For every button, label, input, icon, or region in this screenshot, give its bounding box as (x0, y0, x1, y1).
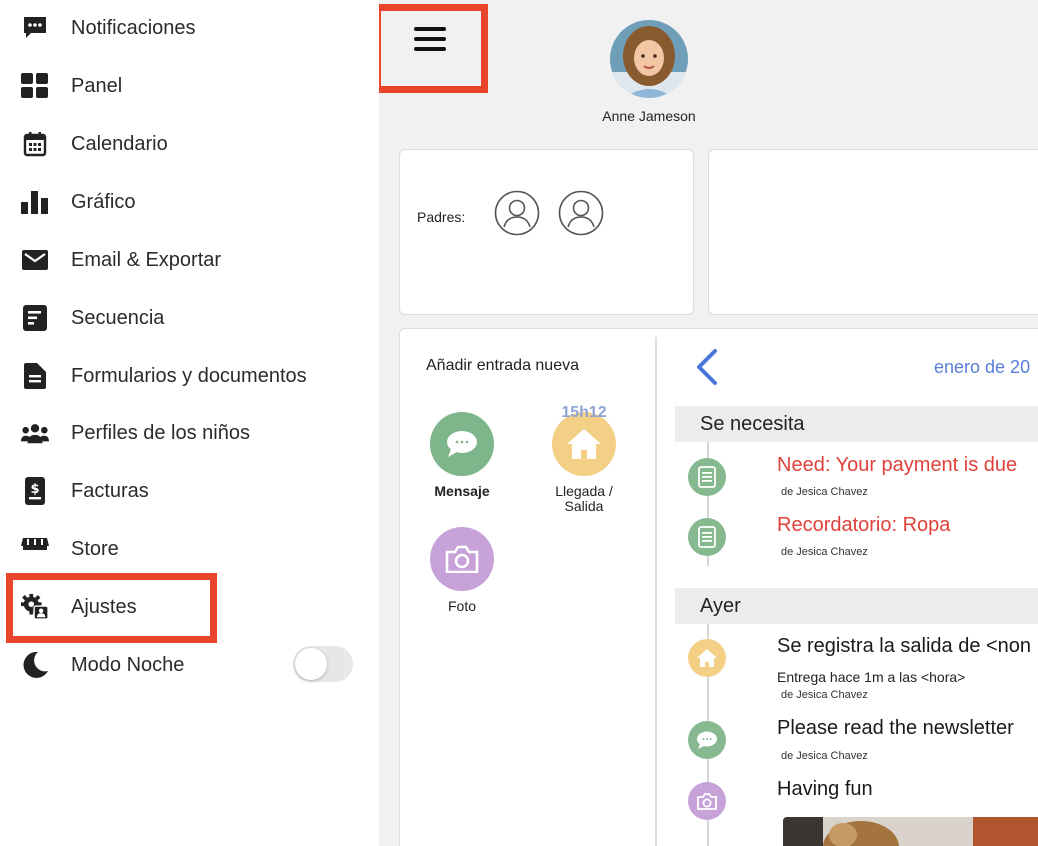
camera-icon (430, 527, 494, 591)
photo-action-label: Foto (447, 598, 476, 614)
main-content: Anne Jameson Padres: Añadir entrada nuev… (379, 0, 1038, 846)
info-card (708, 149, 1038, 315)
parent-avatar-icon[interactable] (558, 190, 604, 236)
parent-avatar-icon[interactable] (494, 190, 540, 236)
sidebar-item-label: Modo Noche (71, 653, 185, 676)
sidebar-item-label: Perfiles de los niños (71, 421, 250, 444)
camera-icon (688, 782, 726, 820)
group-people-icon (21, 419, 49, 447)
sidebar-item-notificaciones[interactable]: Notificaciones (0, 6, 379, 50)
hamburger-menu-button[interactable] (414, 27, 446, 53)
moon-icon (21, 651, 49, 679)
parents-label: Padres: (417, 209, 466, 225)
entry-author: de Jesica Chavez (781, 750, 868, 762)
store-icon (21, 535, 49, 563)
house-icon (688, 639, 726, 677)
add-entry-title: Añadir entrada nueva (426, 357, 579, 374)
calendar-icon (21, 130, 49, 158)
sidebar-item-panel[interactable]: Panel (0, 64, 379, 108)
sidebar-item-secuencia[interactable]: Secuencia (0, 296, 379, 340)
bar-chart-icon (21, 188, 49, 216)
sidebar-item-label: Store (71, 537, 119, 560)
entry-title[interactable]: Se registra la salida de <non (777, 635, 1031, 658)
child-name: Anne Jameson (602, 108, 696, 124)
sidebar-item-label: Ajustes (71, 595, 137, 618)
entry-title[interactable]: Need: Your payment is due (777, 454, 1017, 477)
entry-subtitle: Entrega hace 1m a las <hora> (777, 669, 966, 685)
entry-title[interactable]: Having fun (777, 778, 873, 801)
sidebar-item-formularios[interactable]: Formularios y documentos (0, 354, 379, 398)
chevron-left-icon[interactable] (693, 348, 723, 386)
message-action-button[interactable]: Mensaje (422, 412, 502, 499)
arrival-departure-label: Llegada / Salida (555, 483, 613, 514)
sidebar-item-label: Notificaciones (71, 16, 196, 39)
arrival-departure-action-button[interactable]: 15h12 Llegada / Salida (544, 404, 624, 514)
vertical-divider (655, 337, 657, 846)
entry-photo[interactable] (783, 817, 1038, 846)
sidebar-item-perfiles[interactable]: Perfiles de los niños (0, 411, 379, 455)
sidebar-item-email-exportar[interactable]: Email & Exportar (0, 238, 379, 282)
child-avatar[interactable] (610, 20, 688, 98)
sidebar-item-label: Calendario (71, 132, 168, 155)
sidebar-item-label: Email & Exportar (71, 248, 222, 271)
sidebar-item-label: Panel (71, 74, 123, 97)
photo-action-button[interactable]: Foto (422, 527, 502, 614)
sidebar-item-facturas[interactable]: $ Facturas (0, 469, 379, 513)
entry-author: de Jesica Chavez (781, 546, 868, 558)
invoice-icon: $ (21, 477, 49, 505)
sidebar-item-calendario[interactable]: Calendario (0, 122, 379, 166)
message-icon (430, 412, 494, 476)
document-icon (21, 362, 49, 390)
sidebar-item-ajustes[interactable]: Ajustes (0, 585, 379, 629)
sidebar-item-label: Gráfico (71, 190, 136, 213)
sidebar-item-label: Formularios y documentos (71, 364, 307, 387)
night-mode-toggle[interactable] (293, 646, 353, 682)
sidebar-item-store[interactable]: Store (0, 527, 379, 571)
sidebar-item-label: Secuencia (71, 306, 165, 329)
entry-title[interactable]: Recordatorio: Ropa (777, 514, 950, 537)
form-icon (688, 518, 726, 556)
settings-icon (21, 593, 49, 621)
message-action-label: Mensaje (434, 483, 490, 499)
sidebar: Notificaciones Panel Calendario Gráfico … (0, 0, 379, 846)
toggle-knob (295, 648, 327, 680)
house-icon: 15h12 (552, 404, 616, 476)
entry-author: de Jesica Chavez (781, 689, 868, 701)
parents-card (399, 149, 694, 315)
entry-title[interactable]: Please read the newsletter (777, 717, 1014, 740)
sequence-doc-icon (21, 304, 49, 332)
grid-icon (21, 72, 49, 100)
month-label: enero de 20 (934, 357, 1031, 377)
svg-text:$: $ (30, 482, 39, 497)
chat-bubble-icon (21, 14, 49, 42)
sidebar-item-grafico[interactable]: Gráfico (0, 180, 379, 224)
section-header-ayer: Ayer (675, 588, 1038, 624)
time-badge: 15h12 (561, 404, 607, 421)
form-icon (688, 458, 726, 496)
sidebar-item-label: Facturas (71, 479, 149, 502)
envelope-icon (21, 246, 49, 274)
message-icon (688, 721, 726, 759)
entry-author: de Jesica Chavez (781, 486, 868, 498)
section-header-se-necesita: Se necesita (675, 406, 1038, 442)
